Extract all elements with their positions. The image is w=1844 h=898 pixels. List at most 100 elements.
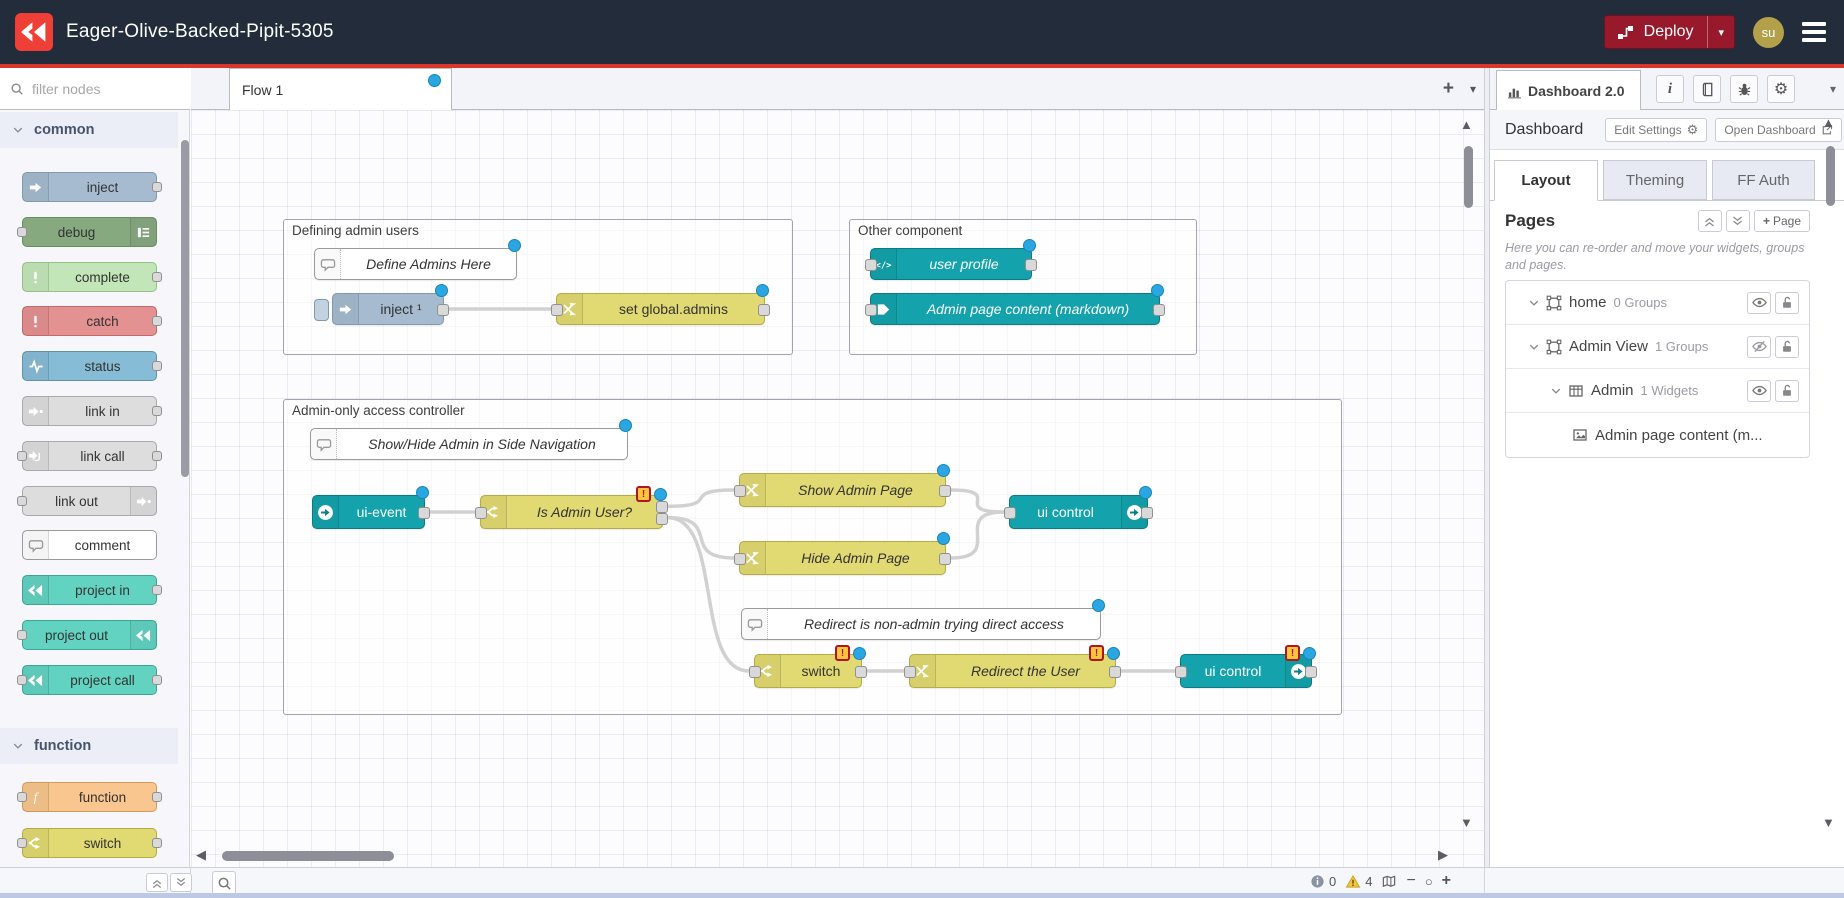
visibility-icon[interactable]: [1747, 292, 1771, 314]
unlock-icon[interactable]: [1775, 336, 1799, 358]
input-port[interactable]: [17, 496, 27, 506]
search-flows-icon[interactable]: [212, 871, 236, 895]
canvas-vscroll-thumb[interactable]: [1464, 146, 1473, 208]
palette-node-debug[interactable]: debug: [22, 217, 157, 247]
palette-scrollbar-thumb[interactable]: [181, 140, 189, 477]
canvas-scroll-up-icon[interactable]: ▲: [1460, 118, 1473, 131]
output-port[interactable]: [152, 182, 162, 192]
palette-node-project-in[interactable]: project in: [22, 575, 157, 605]
output-port[interactable]: [152, 316, 162, 326]
output-port-0[interactable]: [1141, 507, 1153, 519]
palette-node-catch[interactable]: catch: [22, 306, 157, 336]
sidebar-menu-caret-icon[interactable]: ▾: [1830, 82, 1836, 96]
add-flow-button[interactable]: +: [1443, 78, 1454, 100]
palette-node-link-call[interactable]: link call: [22, 441, 157, 471]
output-port[interactable]: [152, 406, 162, 416]
page-tree-row-home[interactable]: home0 Groups: [1506, 281, 1809, 325]
flow-canvas[interactable]: Defining admin usersOther componentAdmin…: [191, 110, 1484, 867]
flow-node-switch[interactable]: switch!: [754, 654, 862, 688]
input-port[interactable]: [17, 227, 27, 237]
collapse-all-icon[interactable]: [1698, 210, 1722, 232]
palette-node-link-in[interactable]: link in: [22, 396, 157, 426]
page-tree-row-admin-page-content-m[interactable]: Admin page content (m...: [1506, 413, 1809, 457]
input-port[interactable]: [17, 451, 27, 461]
palette-search-input[interactable]: [30, 80, 160, 98]
palette-collapse-icon[interactable]: [146, 873, 168, 892]
output-port-0[interactable]: [1305, 666, 1317, 678]
input-port[interactable]: [734, 485, 746, 497]
tab-flow-1[interactable]: Flow 1: [229, 68, 452, 110]
output-port[interactable]: [152, 792, 162, 802]
output-port[interactable]: [152, 272, 162, 282]
info-sidebar-icon[interactable]: i: [1656, 75, 1684, 103]
tab-ff-auth[interactable]: FF Auth: [1712, 160, 1815, 200]
tab-theming[interactable]: Theming: [1603, 160, 1707, 200]
flow-node-show-admin-page[interactable]: Show Admin Page: [739, 473, 946, 507]
flow-node-admin-page-content-markdown[interactable]: Admin page content (markdown): [870, 293, 1160, 325]
debug-bug-icon[interactable]: [1730, 75, 1758, 103]
output-port-0[interactable]: [1025, 259, 1037, 271]
input-port[interactable]: [1004, 507, 1016, 519]
canvas-scroll-left-icon[interactable]: ◀: [196, 848, 206, 861]
flow-node-hide-admin-page[interactable]: Hide Admin Page: [739, 541, 946, 575]
input-port[interactable]: [551, 304, 563, 316]
sidebar-scroll-thumb[interactable]: [1826, 146, 1835, 206]
output-port-0[interactable]: [656, 501, 668, 513]
expand-all-icon[interactable]: [1726, 210, 1750, 232]
unlock-icon[interactable]: [1775, 380, 1799, 402]
tab-layout[interactable]: Layout: [1494, 160, 1598, 201]
palette-node-project-call[interactable]: project call: [22, 665, 157, 695]
palette-node-inject[interactable]: inject: [22, 172, 157, 202]
input-port[interactable]: [17, 630, 27, 640]
palette-node-function[interactable]: ffunction: [22, 782, 157, 812]
palette-node-comment[interactable]: comment: [22, 530, 157, 560]
warning-count-badge[interactable]: 4: [1345, 874, 1372, 889]
main-menu-icon[interactable]: [1802, 22, 1826, 42]
palette-expand-icon[interactable]: [170, 873, 192, 892]
output-port-0[interactable]: [939, 485, 951, 497]
flow-group-defining-admin-users[interactable]: Defining admin users: [283, 219, 793, 355]
canvas-hscroll-thumb[interactable]: [222, 851, 394, 861]
input-port[interactable]: [1175, 666, 1187, 678]
unlock-icon[interactable]: [1775, 292, 1799, 314]
add-page-button[interactable]: +Page: [1754, 210, 1810, 232]
help-book-icon[interactable]: [1693, 75, 1721, 103]
flow-node-set-global-admins[interactable]: set global.admins: [556, 293, 765, 325]
input-port[interactable]: [734, 553, 746, 565]
palette-node-switch[interactable]: switch: [22, 828, 157, 858]
sidebar-scroll-up-icon[interactable]: ▲: [1822, 116, 1835, 129]
flow-node-show-hide-admin-in-side-navigation[interactable]: Show/Hide Admin in Side Navigation: [310, 428, 628, 460]
output-port[interactable]: [152, 361, 162, 371]
settings-gear-icon[interactable]: ⚙: [1767, 75, 1795, 103]
zoom-out-icon[interactable]: −: [1406, 872, 1415, 890]
output-port-0[interactable]: [855, 666, 867, 678]
visibility-icon[interactable]: [1747, 380, 1771, 402]
user-avatar[interactable]: su: [1753, 17, 1784, 48]
toggle-navigator-icon[interactable]: [1381, 874, 1397, 889]
chevron-down-icon[interactable]: [1550, 385, 1562, 397]
sidebar-scroll-down-icon[interactable]: ▼: [1822, 816, 1835, 829]
canvas-scroll-right-icon[interactable]: ▶: [1438, 848, 1448, 861]
output-port-0[interactable]: [418, 507, 430, 519]
palette-node-status[interactable]: status: [22, 351, 157, 381]
deploy-button[interactable]: Deploy ▾: [1604, 15, 1735, 49]
output-port-0[interactable]: [1153, 304, 1165, 316]
flow-list-caret-icon[interactable]: ▾: [1470, 82, 1476, 96]
palette-node-complete[interactable]: complete: [22, 262, 157, 292]
flow-node-ui-event[interactable]: ui-event: [312, 495, 425, 529]
output-port-0[interactable]: [1109, 666, 1121, 678]
input-port[interactable]: [749, 666, 761, 678]
input-port[interactable]: [17, 792, 27, 802]
flowfuse-logo-icon[interactable]: [15, 13, 53, 51]
input-port[interactable]: [865, 304, 877, 316]
chevron-down-icon[interactable]: [1528, 341, 1540, 353]
inject-button[interactable]: [314, 299, 329, 321]
palette-node-link-out[interactable]: link out: [22, 486, 157, 516]
edit-settings-button[interactable]: Edit Settings ⚙: [1605, 118, 1707, 142]
info-count-badge[interactable]: 0: [1310, 874, 1336, 889]
palette-category-function[interactable]: function: [0, 728, 178, 764]
output-port[interactable]: [152, 838, 162, 848]
flow-node-define-admins-here[interactable]: Define Admins Here: [314, 248, 517, 280]
input-port[interactable]: [475, 507, 487, 519]
output-port-1[interactable]: [656, 513, 668, 525]
